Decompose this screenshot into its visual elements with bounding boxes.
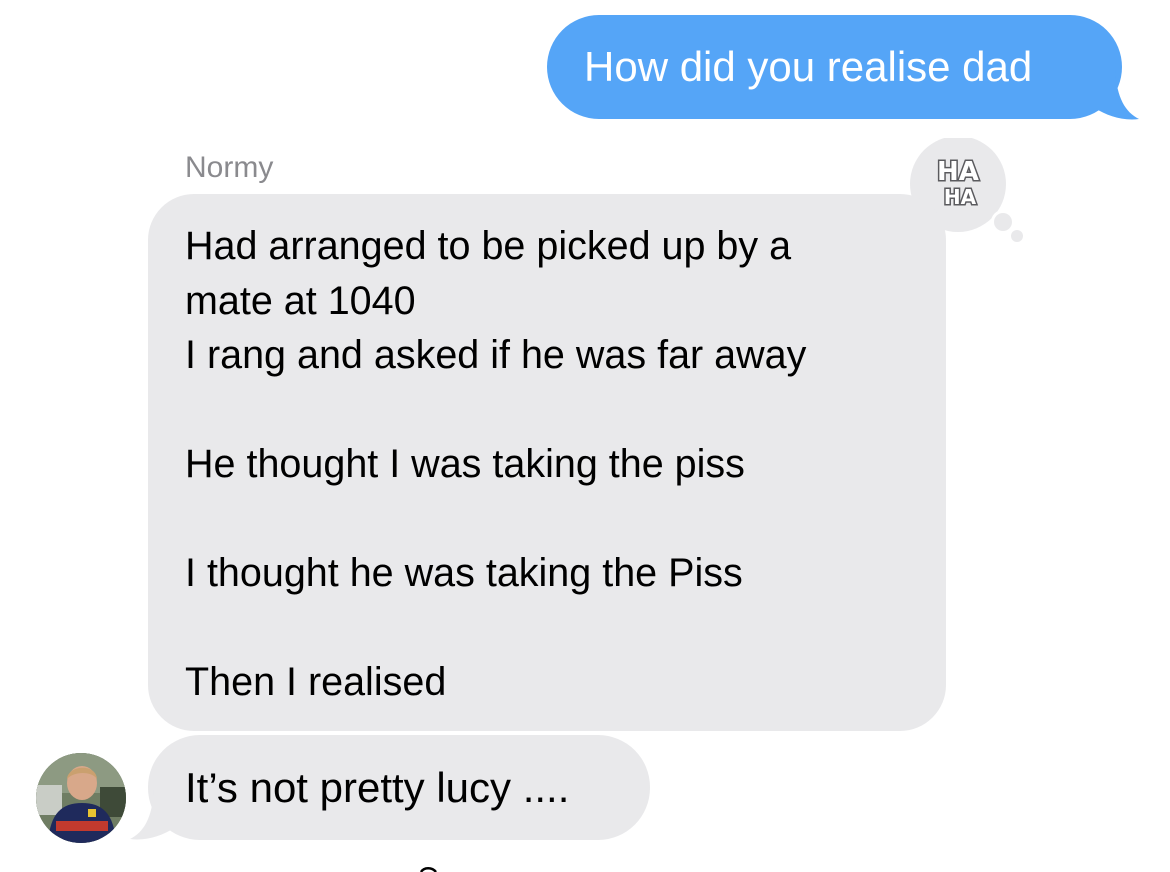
tapback-line-2: HA: [944, 185, 977, 209]
message-line: [185, 383, 936, 438]
sent-bubble-tail: [1095, 70, 1139, 120]
message-line: Had arranged to be picked up by a: [185, 224, 792, 268]
tapback-line-1: HA: [937, 157, 979, 187]
message-line: [185, 601, 936, 656]
message-line: [185, 492, 936, 547]
message-line: mate at 1040: [185, 278, 416, 323]
received-bubble-tail: [130, 790, 174, 840]
received-message-bubble[interactable]: Had arranged to be picked up by a mate a…: [148, 194, 946, 731]
contact-avatar[interactable]: [36, 753, 126, 843]
message-line: Then I realised: [185, 660, 447, 704]
sent-message-bubble[interactable]: How did you realise dad: [547, 15, 1122, 119]
received-message-bubble[interactable]: It’s not pretty lucy ....: [148, 735, 650, 840]
received-message-text: It’s not pretty lucy ....: [185, 764, 570, 811]
message-line: I rang and asked if he was far away: [185, 333, 807, 377]
message-line: I thought he was taking the Piss: [185, 551, 743, 595]
sent-message-text: How did you realise dad: [584, 43, 1033, 90]
message-line: He thought I was taking the piss: [185, 442, 745, 486]
contact-avatar-photo: [36, 753, 126, 843]
sender-name: Normy: [185, 151, 274, 184]
